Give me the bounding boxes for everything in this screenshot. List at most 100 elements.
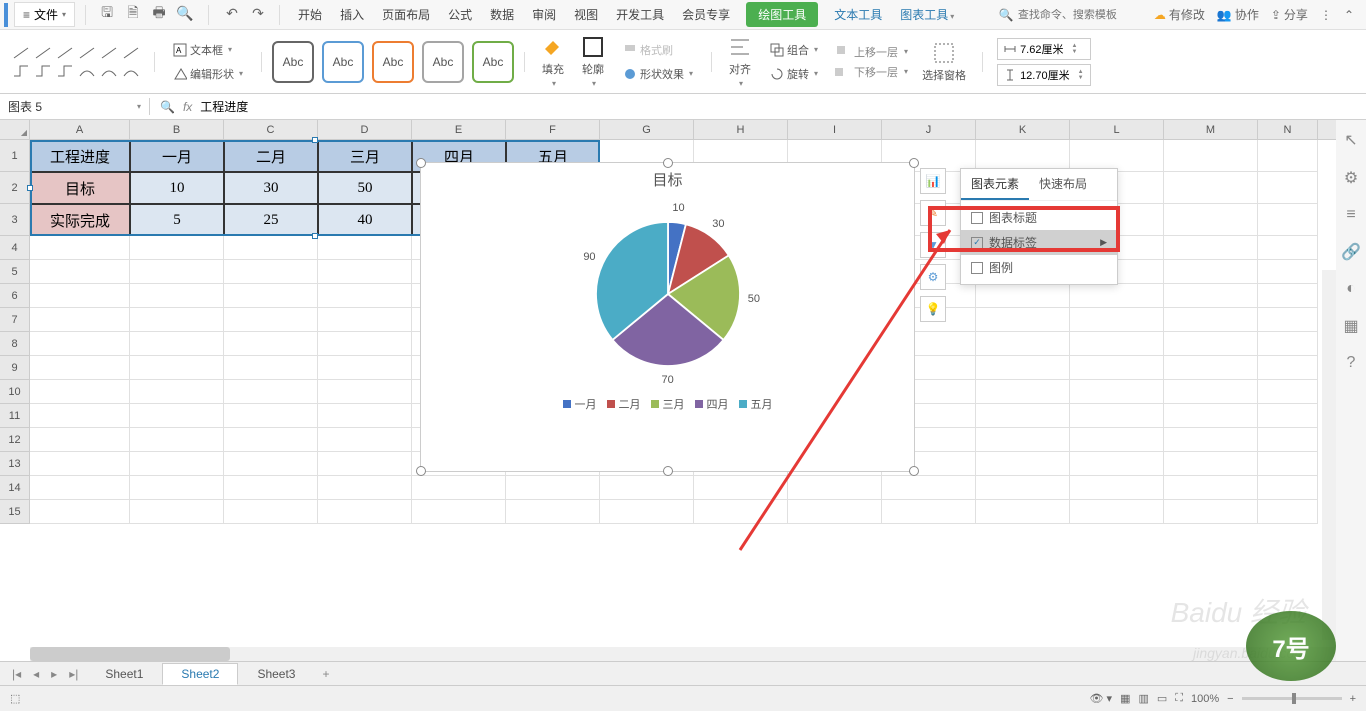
cell[interactable] [1070, 476, 1164, 500]
tab-page-layout[interactable]: 页面布局 [380, 2, 432, 27]
rotate-button[interactable]: 旋转 [766, 64, 822, 84]
connector-3[interactable] [56, 64, 74, 78]
cell[interactable]: 5 [130, 204, 224, 236]
line-tool-1[interactable] [12, 46, 30, 60]
cell[interactable] [30, 380, 130, 404]
sidebar-link-icon[interactable]: 🔗 [1341, 242, 1361, 262]
cell[interactable] [1164, 404, 1258, 428]
cell[interactable] [318, 308, 412, 332]
zoom-in-button[interactable]: + [1350, 693, 1356, 705]
line-tool-5[interactable] [100, 46, 118, 60]
tab-insert[interactable]: 插入 [338, 2, 366, 27]
cell[interactable] [130, 380, 224, 404]
cell[interactable] [1070, 356, 1164, 380]
row-header-10[interactable]: 10 [0, 380, 30, 404]
cell[interactable] [1258, 428, 1318, 452]
cell[interactable] [1258, 500, 1318, 524]
chart-idea-icon[interactable]: 💡 [920, 296, 946, 322]
cell[interactable] [600, 476, 694, 500]
popup-item[interactable]: 图例 [961, 255, 1117, 280]
cell[interactable] [1070, 404, 1164, 428]
col-header-E[interactable]: E [412, 120, 506, 139]
cell[interactable] [130, 452, 224, 476]
tab-view[interactable]: 视图 [572, 2, 600, 27]
row-header-8[interactable]: 8 [0, 332, 30, 356]
cell[interactable] [882, 476, 976, 500]
cell[interactable] [1258, 236, 1318, 260]
cell[interactable] [1164, 140, 1258, 172]
popup-item[interactable]: 图表标题 [961, 205, 1117, 230]
cell[interactable] [224, 428, 318, 452]
cell[interactable] [318, 380, 412, 404]
style-preset-1[interactable]: Abc [272, 41, 314, 83]
cell[interactable] [1258, 204, 1318, 236]
cell[interactable] [30, 260, 130, 284]
cell[interactable] [224, 476, 318, 500]
cell[interactable] [1258, 308, 1318, 332]
chart-pencil-icon[interactable]: ✎ [920, 200, 946, 226]
col-header-J[interactable]: J [882, 120, 976, 139]
add-sheet-button[interactable]: + [318, 667, 333, 681]
legend-item[interactable]: 二月 [607, 396, 641, 412]
cell[interactable] [1070, 428, 1164, 452]
col-header-L[interactable]: L [1070, 120, 1164, 139]
row-header-15[interactable]: 15 [0, 500, 30, 524]
cell[interactable]: 10 [130, 172, 224, 204]
popup-item[interactable]: ✓数据标签▶ [961, 230, 1117, 255]
row-header-6[interactable]: 6 [0, 284, 30, 308]
tab-drawing-tools[interactable]: 绘图工具 [746, 2, 818, 27]
status-area-icon[interactable]: ⬚ [10, 692, 20, 705]
sidebar-list-icon[interactable]: ≡ [1346, 206, 1355, 224]
bring-forward-button[interactable]: 上移一层▾ [834, 44, 908, 60]
cell[interactable]: 目标 [30, 172, 130, 204]
popup-tab-elements[interactable]: 图表元素 [961, 169, 1029, 200]
sheet-nav-prev[interactable]: ◂ [29, 667, 43, 681]
sidebar-settings-icon[interactable]: ⚙ [1344, 168, 1358, 188]
cell[interactable] [30, 332, 130, 356]
cell[interactable] [976, 332, 1070, 356]
col-header-N[interactable]: N [1258, 120, 1318, 139]
cell[interactable] [30, 428, 130, 452]
group-button[interactable]: 组合 [766, 40, 822, 60]
cell[interactable] [976, 452, 1070, 476]
zoom-value[interactable]: 100% [1191, 693, 1219, 705]
cell[interactable] [1164, 284, 1258, 308]
zoom-slider[interactable] [1242, 697, 1342, 700]
cell[interactable] [976, 308, 1070, 332]
horizontal-scrollbar[interactable] [30, 647, 1336, 661]
cell[interactable] [224, 236, 318, 260]
cell[interactable] [788, 476, 882, 500]
cell[interactable] [1164, 428, 1258, 452]
cell[interactable] [30, 356, 130, 380]
outline-button[interactable]: 轮廓 [575, 33, 611, 90]
cell[interactable] [1164, 332, 1258, 356]
cell[interactable] [318, 356, 412, 380]
sidebar-layout-icon[interactable]: ▦ [1343, 316, 1358, 336]
cell[interactable]: 50 [318, 172, 412, 204]
eye-icon[interactable]: 👁 ▾ [1090, 692, 1113, 705]
cell[interactable] [30, 500, 130, 524]
format-painter-button[interactable]: 格式刷 [619, 40, 697, 60]
cell[interactable] [1258, 404, 1318, 428]
reader-view-icon[interactable]: ▭ [1157, 692, 1167, 705]
cell[interactable] [976, 380, 1070, 404]
cell[interactable] [1070, 452, 1164, 476]
line-tool-6[interactable] [122, 46, 140, 60]
sheet-tab-Sheet2[interactable]: Sheet2 [162, 663, 238, 685]
save-as-icon[interactable]: 🗎 [124, 5, 142, 23]
redo-icon[interactable]: ↷ [249, 5, 267, 23]
cell[interactable] [130, 476, 224, 500]
cell[interactable] [694, 476, 788, 500]
cell[interactable]: 30 [224, 172, 318, 204]
col-header-F[interactable]: F [506, 120, 600, 139]
col-header-C[interactable]: C [224, 120, 318, 139]
chart-filter-icon[interactable]: ▼ [920, 232, 946, 258]
cell[interactable] [318, 284, 412, 308]
cell[interactable] [130, 284, 224, 308]
more-icon[interactable]: ⋮ [1320, 8, 1332, 22]
cell[interactable] [224, 500, 318, 524]
popup-tab-layout[interactable]: 快速布局 [1029, 169, 1097, 200]
tab-chart-tools[interactable]: 图表工具 [898, 2, 956, 27]
fit-view-icon[interactable]: ⛶ [1175, 692, 1183, 705]
cell[interactable]: 工程进度 [30, 140, 130, 172]
